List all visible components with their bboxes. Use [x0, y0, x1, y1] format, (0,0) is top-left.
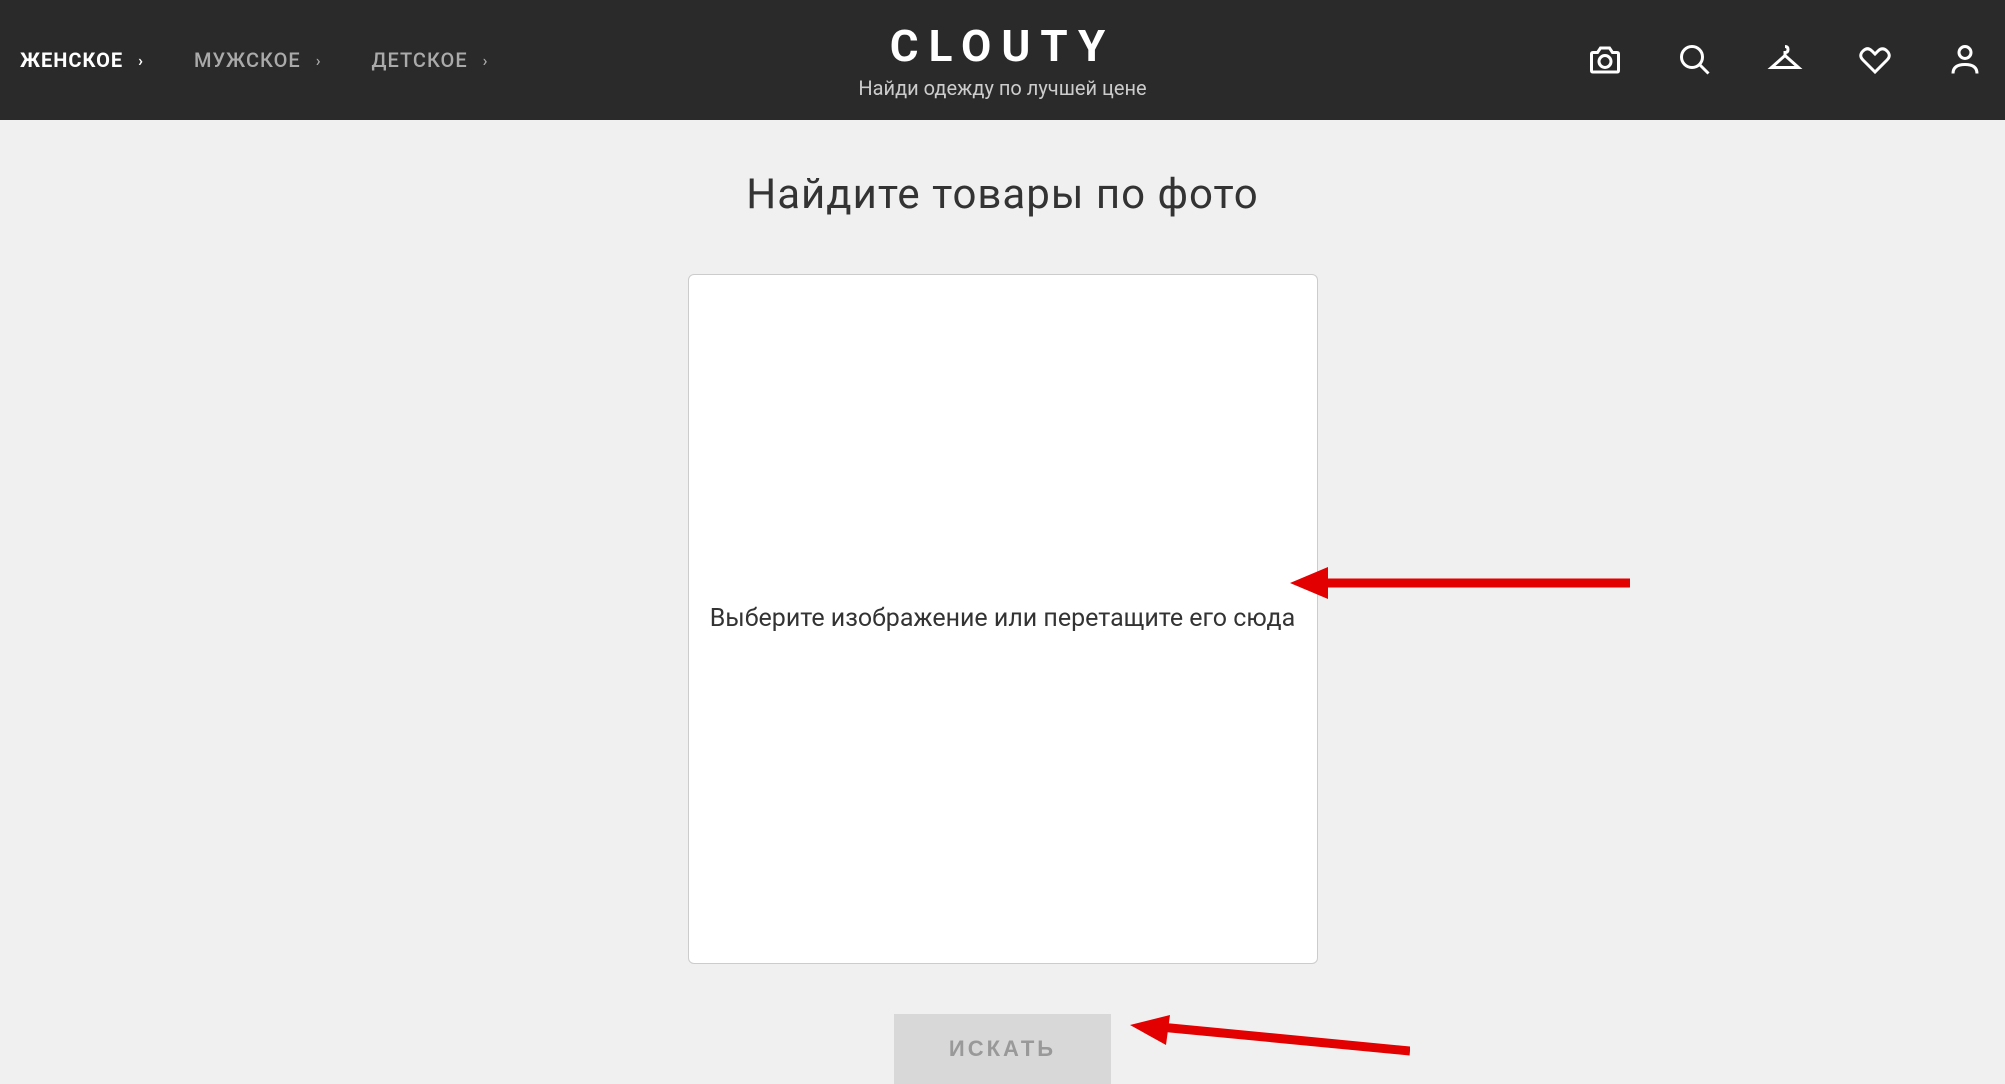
- nav-item-men[interactable]: МУЖСКОЕ ›: [194, 48, 322, 72]
- favorites-button[interactable]: [1855, 40, 1895, 80]
- logo-area: CLOUTY Найди одежду по лучшей цене: [858, 20, 1146, 100]
- site-logo[interactable]: CLOUTY: [858, 20, 1146, 72]
- chevron-right-icon: ›: [316, 51, 322, 70]
- search-icon: [1677, 42, 1713, 78]
- site-tagline: Найди одежду по лучшей цене: [858, 76, 1146, 100]
- search-button[interactable]: ИСКАТЬ: [894, 1014, 1111, 1084]
- chevron-right-icon: ›: [483, 51, 489, 70]
- category-nav: ЖЕНСКОЕ › МУЖСКОЕ › ДЕТСКОЕ ›: [20, 48, 488, 72]
- user-icon: [1947, 42, 1983, 78]
- account-button[interactable]: [1945, 40, 1985, 80]
- camera-icon: [1587, 42, 1623, 78]
- hanger-icon: [1767, 42, 1803, 78]
- camera-search-button[interactable]: [1585, 40, 1625, 80]
- nav-label: ЖЕНСКОЕ: [20, 48, 123, 72]
- heart-icon: [1857, 42, 1893, 78]
- search-button[interactable]: [1675, 40, 1715, 80]
- page-title: Найдите товары по фото: [0, 170, 2005, 219]
- main-content: Найдите товары по фото Выберите изображе…: [0, 120, 2005, 1084]
- chevron-right-icon: ›: [138, 51, 144, 70]
- dropzone-text: Выберите изображение или перетащите его …: [690, 594, 1316, 644]
- image-dropzone[interactable]: Выберите изображение или перетащите его …: [688, 274, 1318, 964]
- utility-nav: [1585, 40, 1985, 80]
- wardrobe-button[interactable]: [1765, 40, 1805, 80]
- nav-item-kids[interactable]: ДЕТСКОЕ ›: [372, 48, 489, 72]
- main-header: ЖЕНСКОЕ › МУЖСКОЕ › ДЕТСКОЕ › CLOUTY Най…: [0, 0, 2005, 120]
- nav-label: МУЖСКОЕ: [194, 48, 301, 72]
- nav-label: ДЕТСКОЕ: [372, 48, 468, 72]
- nav-item-women[interactable]: ЖЕНСКОЕ ›: [20, 48, 144, 72]
